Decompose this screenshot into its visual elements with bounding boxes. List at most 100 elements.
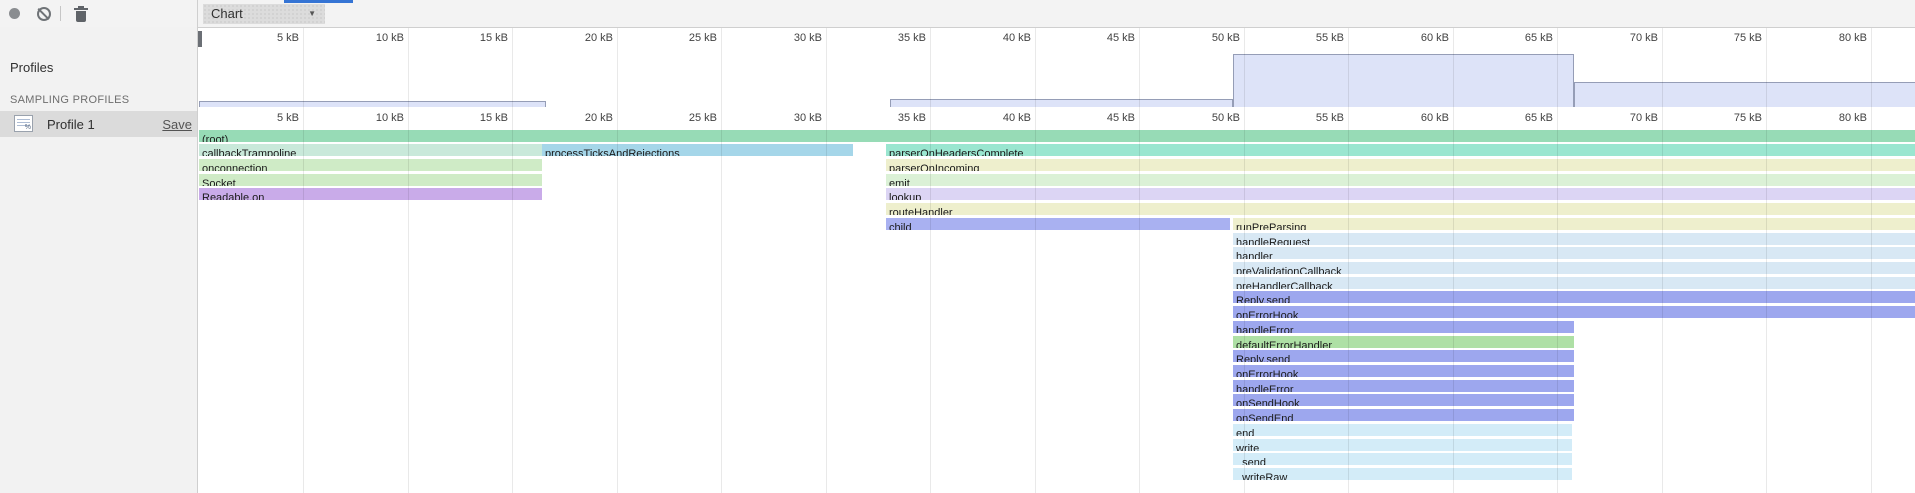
ruler-tick-label: 65 kB [1493, 112, 1553, 124]
overview-band[interactable] [1574, 82, 1915, 107]
flame-segment[interactable]: parserOnIncoming [886, 159, 1915, 171]
ruler-tick-label: 25 kB [657, 32, 717, 44]
flame-segment-label: lookup [886, 192, 921, 200]
flame-segment[interactable]: defaultErrorHandler [1233, 336, 1574, 348]
flame-segment-label: onErrorHook [1233, 369, 1298, 377]
flame-segment-label: defaultErrorHandler [1233, 340, 1332, 348]
flame-segment[interactable]: child [886, 218, 1230, 230]
gridline [930, 28, 931, 493]
gridline [303, 28, 304, 493]
ruler-tick-label: 30 kB [762, 112, 822, 124]
record-button[interactable] [4, 3, 26, 25]
ruler-tick-label: 70 kB [1598, 32, 1658, 44]
flame-segment[interactable]: onconnection [199, 159, 542, 171]
overview-band[interactable] [890, 99, 1233, 107]
active-tab-indicator [284, 0, 353, 3]
flame-segment[interactable]: handleError [1233, 321, 1574, 333]
ruler-tick-label: 75 kB [1702, 112, 1762, 124]
ruler-tick-label: 30 kB [762, 32, 822, 44]
flame-segment[interactable]: parserOnHeadersComplete [886, 144, 1915, 156]
flame-segment-label: parserOnIncoming [886, 163, 980, 171]
ruler-tick-label: 70 kB [1598, 112, 1658, 124]
record-icon [9, 8, 20, 19]
ruler-tick-label: 60 kB [1389, 32, 1449, 44]
gridline [826, 28, 827, 493]
gridline [1035, 28, 1036, 493]
ruler-tick-label: 40 kB [971, 32, 1031, 44]
ruler-tick-label: 60 kB [1389, 112, 1449, 124]
flame-segment[interactable]: handler [1233, 247, 1915, 259]
gridline [721, 28, 722, 493]
flame-segment[interactable]: processTicksAndRejections [542, 144, 853, 156]
ruler-tick-label: 50 kB [1180, 32, 1240, 44]
overview-band[interactable] [1233, 54, 1574, 107]
save-profile-link[interactable]: Save [162, 117, 192, 132]
flame-segment[interactable]: callbackTrampoline [199, 144, 542, 156]
view-mode-select[interactable]: Chart ▼ [203, 4, 325, 24]
ruler-tick-label: 35 kB [866, 112, 926, 124]
flame-segment[interactable]: Readable.on [199, 188, 542, 200]
flame-segment[interactable]: write_ [1233, 439, 1572, 451]
flame-segment-label: onSendHook [1233, 398, 1300, 406]
allocation-chart-area[interactable]: 5 kB5 kB10 kB10 kB15 kB15 kB20 kB20 kB25… [198, 28, 1915, 493]
gridline [1139, 28, 1140, 493]
flame-segment[interactable]: _send [1233, 453, 1572, 465]
flame-segment[interactable]: end [1233, 424, 1572, 436]
chevron-down-icon: ▼ [308, 4, 316, 24]
flame-segment-label: Reply.send [1233, 354, 1290, 362]
sidebar-divider [197, 0, 198, 493]
toolbar-divider [60, 6, 61, 21]
flame-segment-label: handleError [1233, 325, 1293, 333]
ruler-tick-label: 80 kB [1807, 112, 1867, 124]
flame-segment[interactable]: (root) [199, 130, 1915, 142]
overview-band[interactable] [199, 101, 546, 107]
flame-segment[interactable]: preValidationCallback [1233, 262, 1915, 274]
flame-segment[interactable]: routeHandler [886, 203, 1915, 215]
flame-segment-label: Readable.on [199, 192, 264, 200]
ruler-tick-label: 5 kB [239, 112, 299, 124]
ruler-tick-label: 5 kB [239, 32, 299, 44]
flame-segment-label: onErrorHook [1233, 310, 1298, 318]
flame-segment[interactable]: preHandlerCallback [1233, 277, 1915, 289]
ruler-tick-label: 20 kB [553, 32, 613, 44]
sidebar-item-profile-1[interactable]: % Profile 1 Save [0, 111, 197, 137]
flame-segment[interactable]: runPreParsing [1233, 218, 1915, 230]
gridline [1662, 28, 1663, 493]
flame-segment[interactable]: onErrorHook [1233, 306, 1915, 318]
flame-segment[interactable]: _writeRaw [1233, 468, 1572, 480]
gridline [1244, 28, 1245, 493]
flame-segment[interactable]: lookup [886, 188, 1915, 200]
flame-segment-label: handler [1233, 251, 1273, 259]
overview-left-handle[interactable] [198, 31, 202, 47]
ruler-tick-label: 25 kB [657, 112, 717, 124]
ruler-tick-label: 40 kB [971, 112, 1031, 124]
flame-segment[interactable]: onErrorHook [1233, 365, 1574, 377]
sidebar-title: Profiles [10, 60, 53, 75]
flame-segment-label: Reply.send [1233, 295, 1290, 303]
flame-segment[interactable]: Reply.send [1233, 350, 1574, 362]
ruler-tick-label: 45 kB [1075, 32, 1135, 44]
flame-segment[interactable]: handleRequest [1233, 233, 1915, 245]
flame-segment-label: child [886, 222, 912, 230]
flame-segment-label: processTicksAndRejections [542, 148, 680, 156]
flame-segment[interactable]: handleError [1233, 380, 1574, 392]
delete-profile-button[interactable] [70, 3, 92, 25]
flame-segment-label: onSendEnd [1233, 413, 1294, 421]
ruler-tick-label: 15 kB [448, 32, 508, 44]
gridline [1557, 28, 1558, 493]
view-mode-value: Chart [211, 6, 243, 21]
flame-segment[interactable]: Socket [199, 174, 542, 186]
clear-all-button[interactable] [33, 3, 55, 25]
profiler-panel: Chart ▼ Profiles SAMPLING PROFILES % Pro… [0, 0, 1915, 493]
flame-segment-label: callbackTrampoline [199, 148, 296, 156]
gridline [408, 28, 409, 493]
gridline [1766, 28, 1767, 493]
flame-segment[interactable]: emit [886, 174, 1915, 186]
flame-segment[interactable]: onSendHook [1233, 394, 1574, 406]
ruler-tick-label: 55 kB [1284, 112, 1344, 124]
flame-segment[interactable]: onSendEnd [1233, 409, 1574, 421]
flame-segment[interactable]: Reply.send [1233, 291, 1915, 303]
ruler-tick-label: 75 kB [1702, 32, 1762, 44]
profile-name: Profile 1 [47, 117, 95, 132]
gridline [617, 28, 618, 493]
